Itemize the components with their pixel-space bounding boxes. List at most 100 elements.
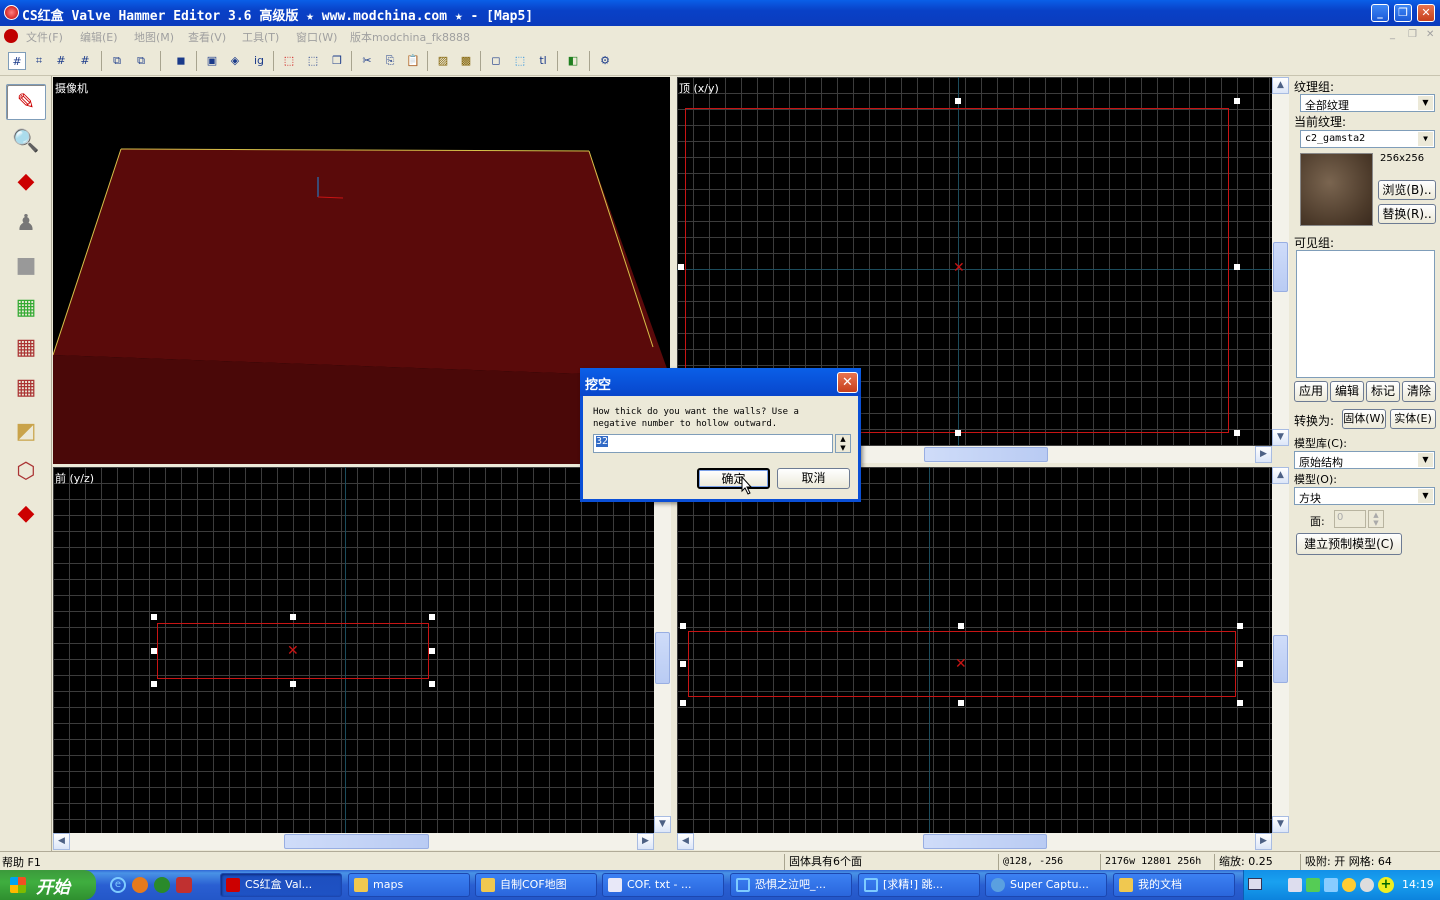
- front-hscroll[interactable]: ◀ ▶: [53, 833, 654, 850]
- resize-handle[interactable]: [429, 681, 435, 687]
- resize-handle[interactable]: [955, 98, 961, 104]
- firefox-icon[interactable]: [132, 877, 148, 893]
- task-super-capture[interactable]: Super Captu...: [985, 873, 1107, 897]
- resize-handle[interactable]: [429, 648, 435, 654]
- menu-map[interactable]: 地图(M): [134, 29, 174, 45]
- browse-button[interactable]: 浏览(B)..: [1378, 180, 1436, 200]
- camera-tool-icon[interactable]: ◆: [6, 164, 46, 200]
- model-select[interactable]: 方块 ▼: [1294, 487, 1435, 505]
- transform-icon[interactable]: tl: [534, 52, 552, 70]
- minimize-button[interactable]: _: [1371, 4, 1389, 22]
- dialog-close-icon[interactable]: ✕: [837, 372, 858, 393]
- top-vscroll[interactable]: ▲ ▼: [1272, 77, 1289, 446]
- ie-icon[interactable]: e: [110, 877, 126, 893]
- task-cof-maps[interactable]: 自制COF地图: [475, 873, 597, 897]
- texture-lock-icon[interactable]: ◈: [226, 52, 244, 70]
- carve-icon[interactable]: ⬚: [280, 52, 298, 70]
- scroll-thumb[interactable]: [923, 834, 1047, 849]
- resize-handle[interactable]: [429, 614, 435, 620]
- scroll-thumb[interactable]: [284, 834, 429, 849]
- scroll-up-icon[interactable]: ▲: [1272, 77, 1289, 94]
- menu-edit[interactable]: 编辑(E): [80, 29, 118, 45]
- resize-handle[interactable]: [151, 648, 157, 654]
- scroll-thumb[interactable]: [924, 447, 1048, 462]
- bounding-box-icon[interactable]: ◻: [487, 52, 505, 70]
- scroll-right-icon[interactable]: ▶: [1255, 833, 1272, 850]
- hide-icon[interactable]: ◼: [172, 52, 190, 70]
- texture-tool-icon[interactable]: ▦: [6, 290, 46, 326]
- scroll-thumb[interactable]: [1273, 242, 1288, 292]
- start-button[interactable]: 开始: [0, 870, 96, 900]
- side-hscroll[interactable]: ◀ ▶: [677, 833, 1272, 850]
- selection-tool-icon[interactable]: ✎: [6, 84, 46, 120]
- top-hscroll[interactable]: ▶: [862, 446, 1272, 463]
- task-my-documents[interactable]: 我的文档: [1113, 873, 1235, 897]
- resize-handle[interactable]: [955, 430, 961, 436]
- copy-icon[interactable]: ⎘: [381, 52, 399, 70]
- app-launcher-icon[interactable]: [176, 877, 192, 893]
- task-forum-post[interactable]: [求精!] 跳...: [858, 873, 980, 897]
- task-maps[interactable]: maps: [348, 873, 470, 897]
- decal-tool-icon[interactable]: ▦: [6, 370, 46, 406]
- solid-button[interactable]: 固体(W): [1342, 409, 1386, 429]
- task-forum[interactable]: 恐惧之泣吧_...: [730, 873, 852, 897]
- cancel-button[interactable]: 取消: [777, 468, 850, 489]
- select-icon[interactable]: ▣: [203, 52, 221, 70]
- grid-smaller-icon[interactable]: #: [52, 52, 70, 70]
- ungroup-icon[interactable]: ⧉: [132, 52, 150, 70]
- scroll-down-icon[interactable]: ▼: [1272, 429, 1289, 446]
- resize-handle[interactable]: [958, 700, 964, 706]
- keyboard-icon[interactable]: [1248, 878, 1262, 890]
- visgroup-list[interactable]: [1296, 250, 1435, 378]
- menu-version[interactable]: 版本modchina_fk8888: [350, 29, 470, 45]
- tray-app-icon[interactable]: [1324, 878, 1338, 892]
- resize-handle[interactable]: [151, 681, 157, 687]
- scroll-down-icon[interactable]: ▼: [1272, 816, 1289, 833]
- menu-window[interactable]: 窗口(W): [296, 29, 337, 45]
- scroll-thumb[interactable]: [1273, 635, 1288, 683]
- edit-button[interactable]: 编辑: [1330, 381, 1364, 402]
- network-icon[interactable]: [1360, 878, 1374, 892]
- scroll-left-icon[interactable]: ◀: [677, 833, 694, 850]
- scroll-right-icon[interactable]: ▶: [637, 833, 654, 850]
- resize-handle[interactable]: [290, 614, 296, 620]
- ok-button[interactable]: 确定: [697, 468, 770, 489]
- resize-handle[interactable]: [678, 264, 684, 270]
- scroll-left-icon[interactable]: ◀: [53, 833, 70, 850]
- resize-handle[interactable]: [958, 623, 964, 629]
- resize-handle[interactable]: [290, 681, 296, 687]
- resize-handle[interactable]: [680, 623, 686, 629]
- resize-handle[interactable]: [1234, 264, 1240, 270]
- resize-handle[interactable]: [1234, 98, 1240, 104]
- browser-icon[interactable]: [154, 877, 170, 893]
- task-hammer[interactable]: CS红盒 Val...: [220, 873, 342, 897]
- texture-group-select[interactable]: 全部纹理 ▼: [1300, 94, 1435, 112]
- resize-handle[interactable]: [1237, 661, 1243, 667]
- create-prefab-button[interactable]: 建立预制模型(C): [1296, 533, 1402, 555]
- maximize-button[interactable]: ❐: [1394, 4, 1412, 22]
- run-map-icon[interactable]: ◧: [564, 52, 582, 70]
- entity-button[interactable]: 实体(E): [1390, 409, 1436, 429]
- hollow-icon[interactable]: ⬚: [304, 52, 322, 70]
- vertex-tool-icon[interactable]: ⬡: [6, 454, 46, 490]
- group-icon[interactable]: ⧉: [108, 52, 126, 70]
- select-region-icon[interactable]: ⬚: [511, 52, 529, 70]
- front-vscroll[interactable]: ▼: [654, 467, 671, 833]
- task-cof-txt[interactable]: COF. txt - ...: [602, 873, 724, 897]
- hazard-icon[interactable]: ▨: [434, 52, 452, 70]
- menu-view[interactable]: 查看(V): [188, 29, 226, 45]
- resize-handle[interactable]: [680, 661, 686, 667]
- mdi-close-icon[interactable]: ✕: [1426, 29, 1434, 40]
- thickness-stepper[interactable]: ▲ ▼: [835, 434, 851, 453]
- scroll-thumb[interactable]: [655, 632, 670, 684]
- mdi-restore-icon[interactable]: ❐: [1408, 29, 1417, 40]
- resize-handle[interactable]: [1234, 430, 1240, 436]
- block-tool-icon[interactable]: ■: [6, 248, 46, 284]
- resize-handle[interactable]: [151, 614, 157, 620]
- apply-texture-icon[interactable]: ▦: [6, 330, 46, 366]
- side-vscroll[interactable]: ▲ ▼: [1272, 467, 1289, 833]
- menu-tools[interactable]: 工具(T): [242, 29, 279, 45]
- tray-app-icon[interactable]: [1306, 878, 1320, 892]
- model-lib-select[interactable]: 原始结构 ▼: [1294, 451, 1435, 469]
- options-icon[interactable]: ⚙: [596, 52, 614, 70]
